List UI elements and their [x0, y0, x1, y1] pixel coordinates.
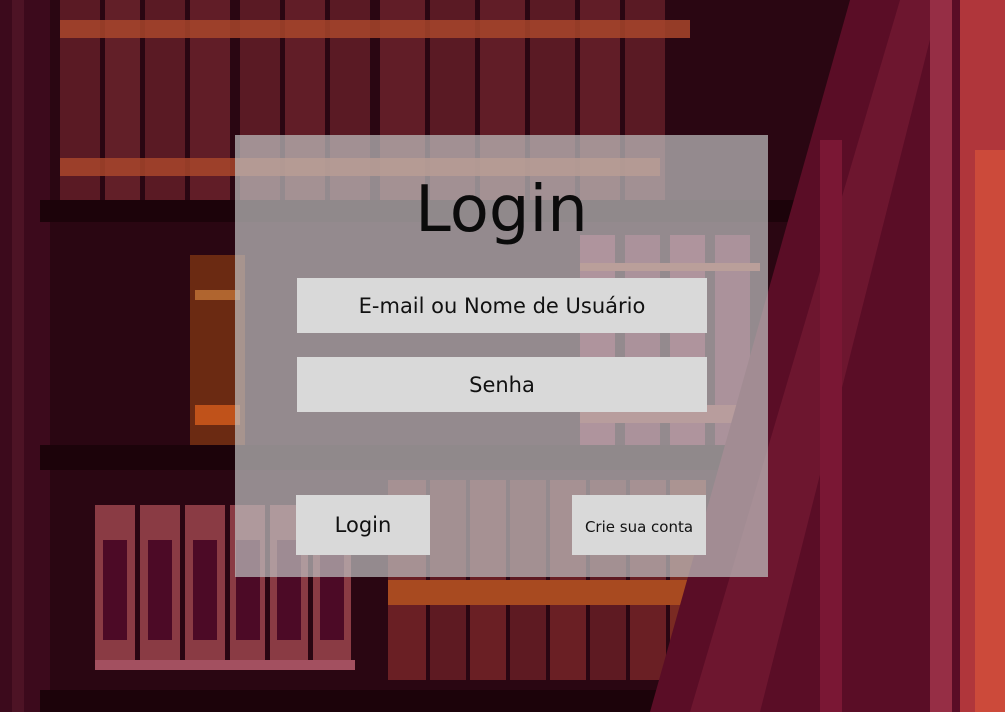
email-username-input[interactable] — [297, 278, 707, 333]
password-input[interactable] — [297, 357, 707, 412]
login-title: Login — [415, 173, 588, 247]
create-account-button[interactable]: Crie sua conta — [572, 495, 706, 555]
login-card: Login Login Crie sua conta — [235, 135, 768, 577]
login-button[interactable]: Login — [296, 495, 430, 555]
